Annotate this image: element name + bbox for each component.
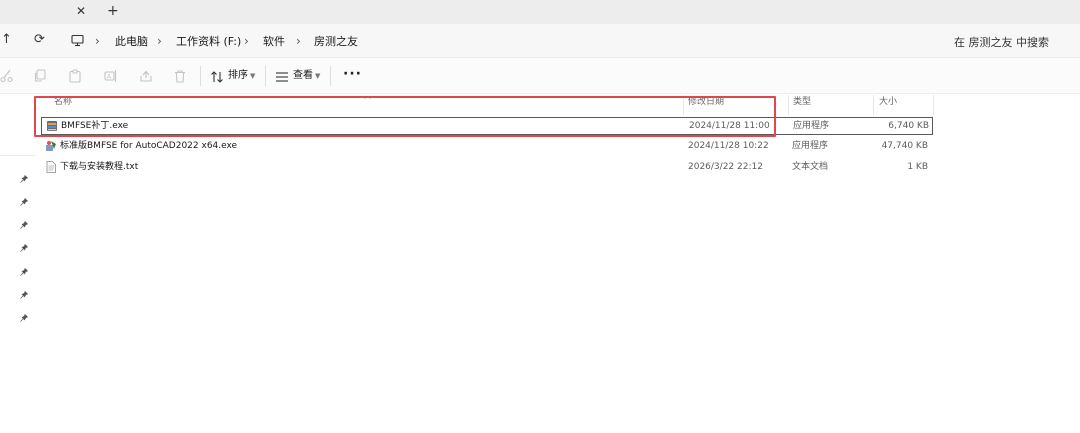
file-size: 6,740 KB (888, 121, 929, 131)
copy-icon[interactable] (33, 69, 47, 83)
file-size: 47,740 KB (881, 141, 928, 151)
breadcrumb-software[interactable]: 软件 (263, 35, 285, 49)
breadcrumb-current-folder[interactable]: 房测之友 (314, 35, 358, 49)
navigation-bar: ↑ ⟳ › 此电脑 › 工作资料 (F:) › 软件 › 房测之友 在 房测之友… (0, 24, 1080, 58)
breadcrumb-separator-icon: › (244, 34, 249, 48)
toolbar-divider (330, 66, 331, 86)
tab-strip: ✕ + (0, 0, 1080, 24)
refresh-icon[interactable]: ⟳ (34, 31, 45, 49)
file-modified: 2024/11/28 10:22 (688, 141, 769, 151)
more-options-button[interactable]: ··· (343, 67, 362, 81)
search-placeholder: 在 房测之友 中搜索 (954, 36, 1049, 49)
command-bar: A 排序 ▼ 查看 ▼ ··· (0, 58, 1080, 94)
search-input[interactable]: 在 房测之友 中搜索 (944, 27, 1080, 54)
breadcrumb-separator-icon: › (296, 34, 301, 48)
breadcrumb-drive-f[interactable]: 工作资料 (F:) (176, 35, 241, 49)
toolbar-divider (265, 66, 266, 86)
text-file-icon (46, 161, 56, 173)
pin-icon[interactable] (20, 291, 28, 299)
view-button[interactable]: 查看 (293, 70, 313, 82)
column-divider[interactable] (873, 95, 874, 115)
file-type: 应用程序 (792, 141, 829, 151)
column-header-size[interactable]: 大小 (879, 97, 897, 108)
address-bar[interactable]: › 此电脑 › 工作资料 (F:) › 软件 › 房测之友 (60, 27, 932, 54)
pin-icon[interactable] (20, 244, 28, 252)
breadcrumb-separator-icon: › (95, 34, 100, 48)
share-icon[interactable] (139, 69, 153, 83)
delete-icon[interactable] (173, 69, 187, 83)
paste-icon[interactable] (68, 69, 82, 83)
tab-current[interactable]: ✕ (0, 0, 97, 24)
sort-button[interactable]: 排序 (228, 70, 248, 82)
navigation-pane (0, 94, 36, 433)
up-arrow-icon[interactable]: ↑ (1, 31, 12, 49)
file-type: 文本文档 (792, 162, 829, 172)
rename-icon[interactable]: A (104, 69, 118, 83)
nav-divider (0, 155, 36, 156)
chevron-down-icon: ▼ (250, 72, 256, 80)
close-tab-icon[interactable]: ✕ (76, 4, 86, 18)
column-divider[interactable] (788, 95, 789, 115)
highlight-annotation-box (34, 96, 776, 137)
file-row[interactable]: 下载与安装教程.txt 2026/3/22 22:12 文本文档 1 KB (41, 159, 933, 177)
file-row[interactable]: 标准版BMFSE for AutoCAD2022 x64.exe 2024/11… (41, 138, 933, 156)
pin-icon[interactable] (20, 175, 28, 183)
pin-icon[interactable] (20, 268, 28, 276)
file-type: 应用程序 (793, 121, 830, 131)
svg-text:A: A (107, 74, 112, 81)
column-divider[interactable] (933, 95, 934, 115)
computer-icon (71, 34, 84, 47)
file-modified: 2026/3/22 22:12 (688, 162, 763, 172)
view-icon (276, 72, 288, 82)
app-setup-icon (46, 141, 56, 151)
sort-icon (211, 71, 223, 83)
chevron-down-icon: ▼ (315, 72, 321, 80)
pin-icon[interactable] (20, 198, 28, 206)
pin-icon[interactable] (20, 314, 28, 322)
toolbar-divider (200, 66, 201, 86)
file-name: 下载与安装教程.txt (60, 162, 139, 172)
breadcrumb-this-pc[interactable]: 此电脑 (115, 35, 148, 49)
new-tab-icon[interactable]: + (107, 3, 119, 19)
pin-icon[interactable] (20, 221, 28, 229)
cut-icon[interactable] (0, 69, 14, 83)
column-header-type[interactable]: 类型 (793, 97, 811, 108)
file-name: 标准版BMFSE for AutoCAD2022 x64.exe (60, 141, 238, 151)
file-size: 1 KB (907, 162, 928, 172)
breadcrumb-separator-icon: › (157, 34, 162, 48)
